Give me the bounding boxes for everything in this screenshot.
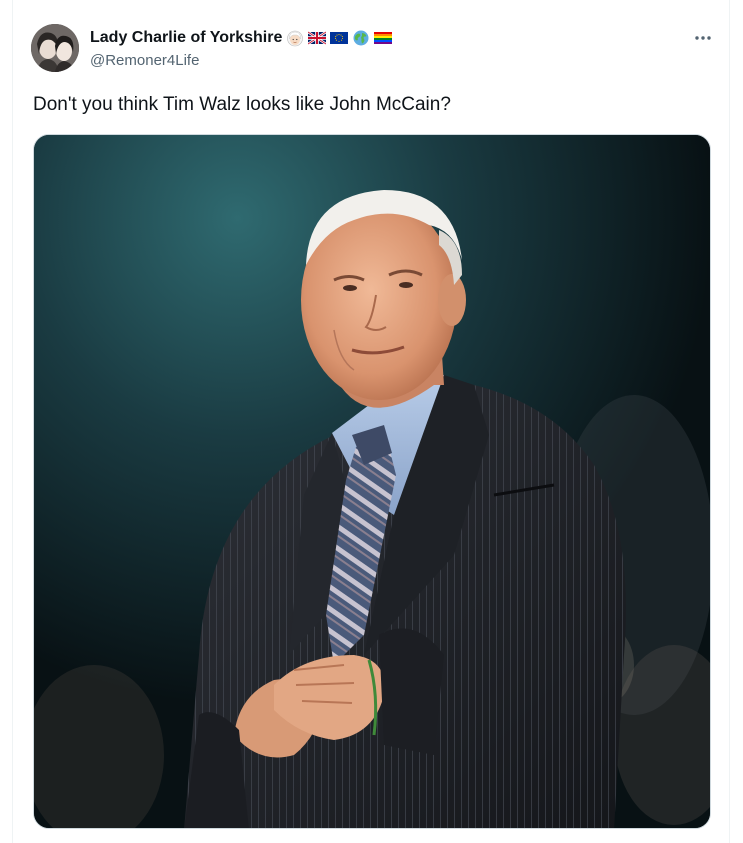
woman-white-hair-emoji	[286, 29, 304, 47]
author-handle[interactable]: @Remoner4Life	[90, 52, 392, 69]
photo-image	[34, 135, 710, 828]
author-avatar[interactable]	[31, 24, 79, 72]
author-name-row: Lady Charlie of Yorkshire	[90, 26, 393, 50]
author-info: Lady Charlie of Yorkshire @Remoner4Life	[90, 26, 393, 69]
tweet-text: Don't you think Tim Walz looks like John…	[33, 94, 451, 115]
more-horizontal-icon	[695, 36, 711, 40]
eu-flag-emoji	[330, 29, 349, 47]
tweet-photo[interactable]	[33, 134, 711, 829]
union-jack-flag-emoji	[308, 29, 327, 47]
globe-emoji	[352, 29, 370, 47]
rainbow-flag-emoji	[374, 29, 393, 47]
author-display-name[interactable]: Lady Charlie of Yorkshire	[90, 29, 282, 47]
more-options-button[interactable]	[689, 26, 717, 50]
tweet-card[interactable]: Lady Charlie of Yorkshire @Remoner4Life …	[12, 0, 730, 843]
avatar-image	[31, 24, 79, 72]
